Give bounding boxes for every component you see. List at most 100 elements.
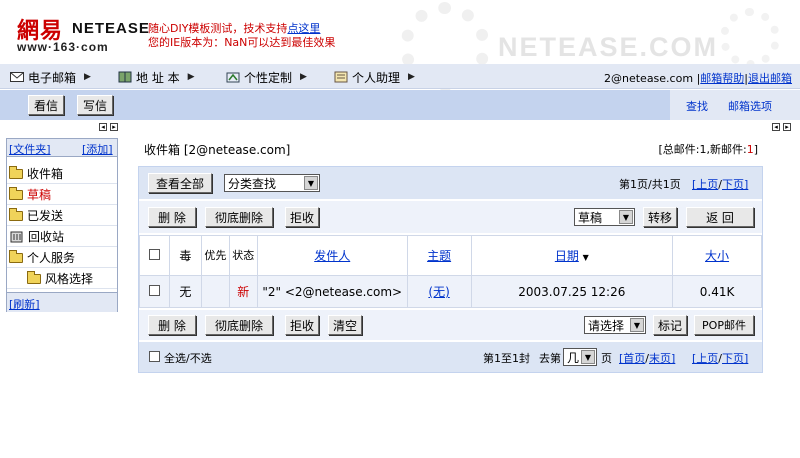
permanent-delete-button[interactable]: 彻底删除	[205, 315, 273, 335]
collapse-icon[interactable]: ◂	[99, 123, 107, 131]
folders-link[interactable]: [文件夹]	[9, 141, 51, 157]
nav-item-assistant[interactable]: 个人助理 ▶	[334, 69, 415, 85]
sidebar-item-label: 个人服务	[27, 251, 76, 265]
sidebar-item-label: 风格选择	[45, 272, 94, 286]
column-sender[interactable]: 发件人	[314, 249, 350, 263]
dropdown-arrow-icon: ▼	[304, 176, 318, 190]
mail-count-text: [总邮件:1,新邮件:	[658, 143, 747, 156]
cell-subject-wrap: (无)	[406, 275, 472, 308]
table-header: 毒 优先 状态 发件人 主题 日期 ▼ 大小	[139, 235, 762, 276]
cell-subject[interactable]: (无)	[428, 285, 449, 299]
select-all-checkbox[interactable]	[148, 248, 160, 260]
expand-icon[interactable]: ▸	[110, 123, 118, 131]
move-target-select[interactable]: 草稿 ▼	[574, 208, 635, 226]
gear-watermark-icon	[720, 8, 780, 68]
cell-sender[interactable]: "2" <2@netease.com>	[256, 275, 408, 308]
cell-size: 0.41K	[672, 275, 762, 308]
expand-icon[interactable]: ▸	[783, 123, 791, 131]
reject-button[interactable]: 拒收	[285, 207, 319, 227]
account-links: 2@netease.com |邮箱帮助|退出邮箱	[604, 70, 792, 86]
cell-poison: 无	[168, 275, 202, 308]
sidebar-item-inbox[interactable]: 收件箱	[7, 164, 117, 184]
write-mail-button[interactable]: 写信	[77, 95, 113, 115]
draft-folder-icon	[9, 186, 23, 200]
column-date[interactable]: 日期	[555, 249, 579, 263]
nav-label: 个人助理	[352, 70, 401, 85]
search-link[interactable]: 查找	[686, 98, 708, 114]
support-link[interactable]: 点这里	[287, 22, 320, 35]
arrow-right-icon: ▶	[408, 72, 415, 82]
pop-mail-button[interactable]: POP邮件	[694, 315, 754, 335]
sidebar-item-label: 已发送	[27, 209, 64, 223]
select-all-checkbox[interactable]	[149, 351, 160, 362]
prev-page-link[interactable]: [上页	[692, 178, 718, 191]
account-address: 2@netease.com	[604, 72, 694, 85]
notice-text: 随心DIY模板测试，技术支持	[148, 22, 288, 35]
reject-button[interactable]: 拒收	[285, 315, 319, 335]
sidebar-item-label: 草稿	[27, 188, 52, 202]
column-size[interactable]: 大小	[705, 249, 729, 263]
column-poison: 毒	[168, 235, 202, 276]
table-row[interactable]: 无 新 "2" <2@netease.com> (无) 2003.07.25 1…	[139, 275, 762, 308]
nav-item-address-book[interactable]: 地 址 本 ▶	[118, 69, 195, 85]
header: 網易 NETEASE www·163·com 随心DIY模板测试，技术支持点这里…	[0, 0, 800, 92]
clear-button[interactable]: 清空	[328, 315, 362, 335]
mail-options-link[interactable]: 邮箱选项	[728, 98, 772, 114]
logo-url: www·163·com	[17, 40, 109, 54]
filter-bar: 查看全部 分类查找 ▼ 第1页/共1页 [上页/下页]	[139, 167, 762, 199]
refresh-link[interactable]: [刷新]	[9, 296, 40, 312]
goto-prefix: 去第	[539, 352, 561, 365]
last-page-link[interactable]: 末页]	[649, 352, 675, 365]
sidebar-item-sent[interactable]: 已发送	[7, 206, 117, 226]
column-subject-cell: 主题	[406, 235, 472, 276]
back-button[interactable]: 返 回	[686, 207, 754, 227]
row-checkbox[interactable]	[148, 284, 160, 296]
mark-button[interactable]: 标记	[653, 315, 687, 335]
assistant-icon	[334, 71, 348, 83]
prev-page-link[interactable]: [上页	[692, 352, 718, 365]
mail-count: [总邮件:1,新邮件:1]	[659, 141, 759, 157]
arrow-right-icon: ▶	[187, 72, 195, 82]
nav-label: 电子邮箱	[28, 70, 77, 85]
top-nav: 电子邮箱 ▶ 地 址 本 ▶ 个性定制 ▶ 个人助理 ▶ 2@netease.c…	[0, 64, 800, 89]
nav-item-customize[interactable]: 个性定制 ▶	[226, 69, 307, 85]
mail-help-link[interactable]: 邮箱帮助	[700, 72, 744, 85]
sidebar-item-style[interactable]: 风格选择	[7, 269, 117, 289]
pagination-bar: 全选/不选 第1至1封 去第 几 ▼ 页 [首页/末页] [上页/下页]	[139, 342, 762, 372]
mail-panel: 查看全部 分类查找 ▼ 第1页/共1页 [上页/下页] 删 除 彻底删除 拒收 …	[138, 166, 763, 373]
sidebar-item-trash[interactable]: 回收站	[7, 227, 117, 247]
sidebar-item-personal-services[interactable]: 个人服务	[7, 248, 117, 268]
address-book-icon	[118, 71, 132, 83]
action-bar: 删 除 彻底删除 拒收 草稿 ▼ 转移 返 回	[139, 201, 762, 233]
page-nav: [上页/下页]	[692, 178, 749, 191]
dropdown-arrow-icon: ▼	[581, 350, 595, 364]
category-select[interactable]: 分类查找 ▼	[224, 174, 320, 192]
column-subject[interactable]: 主题	[427, 249, 451, 263]
read-mail-button[interactable]: 看信	[28, 95, 64, 115]
move-button[interactable]: 转移	[643, 207, 677, 227]
next-page-link[interactable]: 下页]	[722, 352, 748, 365]
next-page-link[interactable]: 下页]	[722, 178, 748, 191]
category-select-value: 分类查找	[228, 176, 277, 191]
delete-button[interactable]: 删 除	[148, 207, 196, 227]
page-select-value: 几	[567, 350, 580, 365]
sidebar-item-label: 回收站	[28, 230, 65, 244]
logout-link[interactable]: 退出邮箱	[748, 72, 792, 85]
arrow-right-icon: ▶	[300, 72, 307, 82]
delete-button[interactable]: 删 除	[148, 315, 196, 335]
add-folder-link[interactable]: [添加]	[82, 141, 113, 157]
select-all-label: 全选/不选	[164, 352, 212, 365]
watermark-logo: NETEASE.COM	[498, 32, 719, 62]
permanent-delete-button[interactable]: 彻底删除	[205, 207, 273, 227]
first-last-nav: [首页/末页]	[619, 352, 676, 365]
logo-english: NETEASE	[72, 20, 150, 37]
view-all-button[interactable]: 查看全部	[148, 173, 212, 193]
envelope-icon	[10, 72, 24, 82]
collapse-icon[interactable]: ◂	[772, 123, 780, 131]
nav-item-mail[interactable]: 电子邮箱 ▶	[10, 69, 91, 85]
mark-select[interactable]: 请选择 ▼	[584, 316, 646, 334]
first-page-link[interactable]: [首页	[619, 352, 645, 365]
page-select[interactable]: 几 ▼	[563, 348, 597, 366]
sidebar-item-drafts[interactable]: 草稿	[7, 185, 117, 205]
bottom-action-bar: 删 除 彻底删除 拒收 清空 请选择 ▼ 标记 POP邮件	[139, 310, 762, 340]
